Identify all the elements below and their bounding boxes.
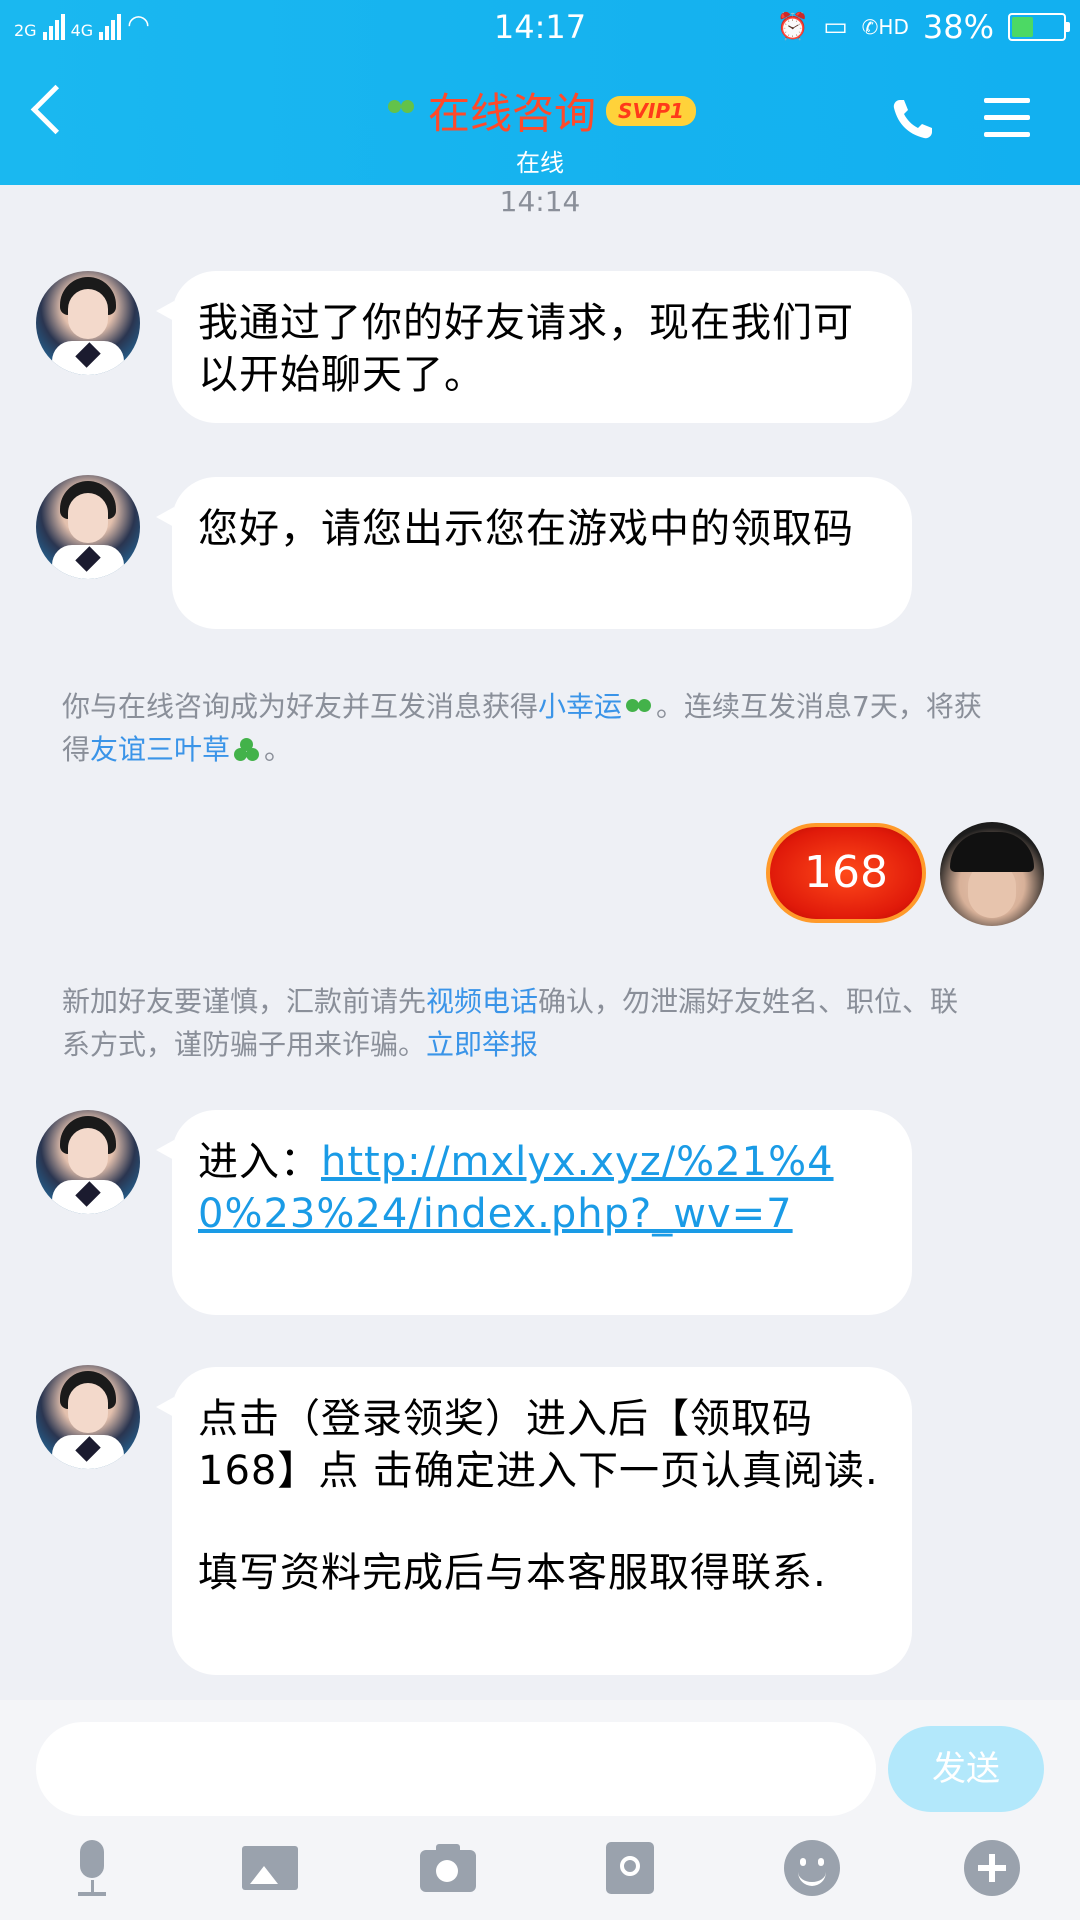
message-timestamp: 14:14 [499, 185, 581, 218]
alarm-icon: ⏰ [776, 12, 810, 42]
contact-name: 在线咨询 [428, 89, 597, 138]
clover-icon [234, 738, 260, 764]
microphone-icon[interactable] [64, 1840, 120, 1896]
menu-icon[interactable] [984, 98, 1030, 138]
message-bubble[interactable]: 您好，请您出示您在游戏中的领取码 [156, 477, 912, 629]
notice-text: 。 [264, 733, 293, 766]
chat-area[interactable]: 14:14 我通过了你的好友请求，现在我们可以开始聊天了。 您好，请您出示您在游… [0, 185, 1080, 1700]
system-notice-safety: 新加好友要谨慎，汇款前请先视频电话确认，勿泄漏好友姓名、职位、联系方式，谨防骗子… [62, 980, 982, 1066]
contact-avatar[interactable] [36, 271, 140, 375]
report-link[interactable]: 立即举报 [426, 1028, 538, 1061]
message-bubble[interactable]: 我通过了你的好友请求，现在我们可以开始聊天了。 [156, 271, 912, 423]
header: 2G 4G ◠ 14:17 ⏰ ▭ ✆HD 38% 在线咨询 SVIP1 在线 [0, 0, 1080, 185]
sprout-icon [626, 695, 652, 721]
status-bar: 2G 4G ◠ 14:17 ⏰ ▭ ✆HD 38% [0, 0, 1080, 56]
online-status: 在线 [516, 149, 564, 177]
sprout-icon [388, 98, 415, 124]
image-icon[interactable] [242, 1840, 298, 1896]
message-input[interactable] [36, 1722, 876, 1816]
status-right: ⏰ ▭ ✆HD 38% [776, 8, 1070, 46]
input-bar: 发送 [0, 1700, 1080, 1920]
message-text: 我通过了你的好友请求，现在我们可以开始聊天了。 [198, 300, 854, 398]
phone-icon[interactable] [890, 96, 936, 142]
message-bubble[interactable]: 进入：http://mxlyx.xyz/%21%40%23%24/index.p… [156, 1110, 912, 1315]
message-text: 您好，请您出示您在游戏中的领取码 [198, 506, 854, 552]
system-notice-friendship: 你与在线咨询成为好友并互发消息获得小幸运 。连续互发消息7天，将获得友谊三叶草。 [62, 685, 982, 771]
send-button[interactable]: 发送 [888, 1726, 1044, 1812]
red-packet-icon[interactable] [602, 1840, 658, 1896]
message-text: 填写资料完成后与本客服取得联系. [198, 1550, 827, 1596]
message-text: 进入： [198, 1139, 321, 1185]
contact-avatar[interactable] [36, 475, 140, 579]
emoji-icon[interactable] [784, 1840, 840, 1896]
video-call-link[interactable]: 视频电话 [426, 985, 538, 1018]
lucky-link[interactable]: 小幸运 [538, 690, 622, 723]
redpacket-value: 168 [804, 847, 888, 898]
camera-icon[interactable] [420, 1840, 476, 1896]
battery-percent: 38% [922, 8, 994, 46]
redpacket-message[interactable]: 168 [766, 823, 926, 923]
battery-icon [1008, 13, 1070, 41]
hd-call-icon: ✆HD [861, 15, 909, 39]
plus-icon[interactable] [964, 1840, 1020, 1896]
my-avatar[interactable] [940, 822, 1044, 926]
clover-link[interactable]: 友谊三叶草 [90, 733, 230, 766]
message-bubble[interactable]: 点击（登录领奖）进入后【领取码168】点 击确定进入下一页认真阅读. 填写资料完… [156, 1367, 912, 1675]
notice-text: 新加好友要谨慎，汇款前请先 [62, 985, 427, 1018]
notice-text: 你与在线咨询成为好友并互发消息获得 [62, 690, 539, 723]
contact-avatar[interactable] [36, 1365, 140, 1469]
message-text: 点击（登录领奖）进入后【领取码168】点 击确定进入下一页认真阅读. [198, 1396, 879, 1494]
svip-badge: SVIP1 [606, 95, 696, 126]
cast-icon: ▭ [823, 12, 848, 42]
contact-avatar[interactable] [36, 1110, 140, 1214]
